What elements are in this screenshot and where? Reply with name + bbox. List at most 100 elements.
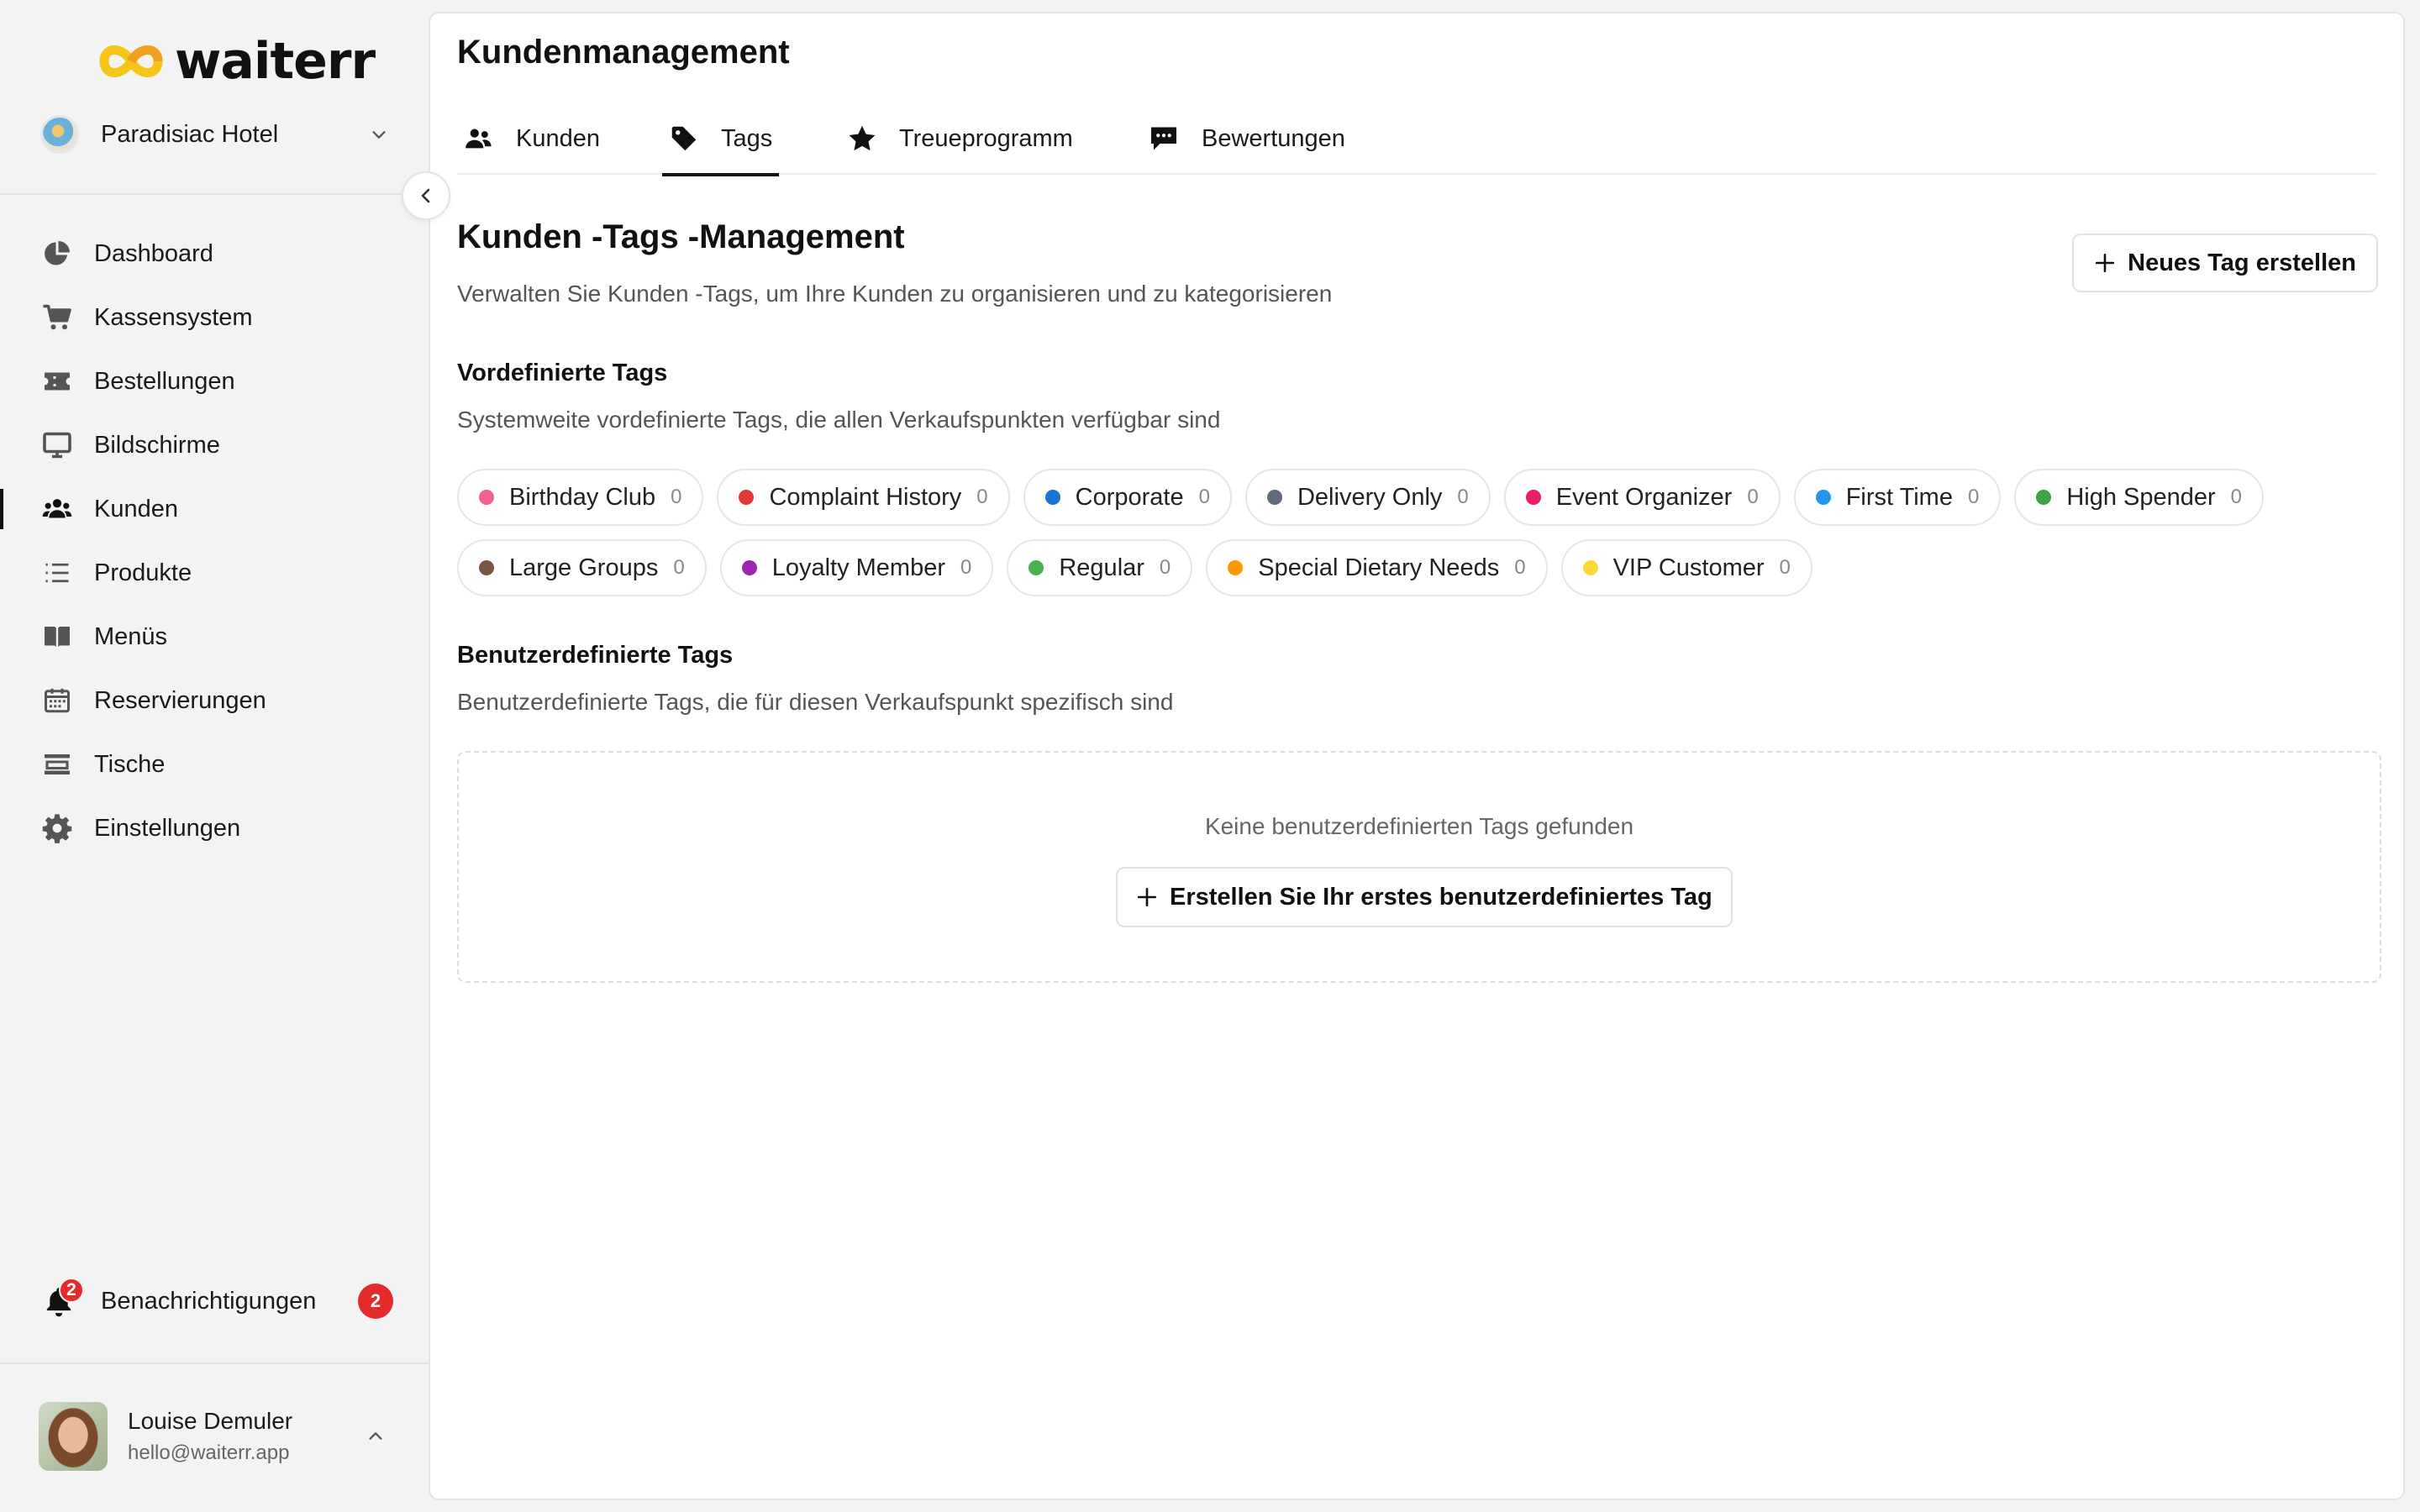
sidebar-item-label: Einstellungen	[94, 814, 241, 842]
tab-label: Tags	[721, 124, 773, 152]
tab-bewertungen[interactable]: Bewertungen	[1148, 102, 1345, 175]
tag-color-dot	[1266, 490, 1282, 505]
tag-count: 0	[960, 556, 972, 579]
tag-name: Birthday Club	[509, 483, 656, 511]
tab-treueprogramm[interactable]: Treueprogramm	[847, 102, 1073, 175]
tag-chip[interactable]: Loyalty Member 0	[719, 539, 994, 596]
tag-color-dot	[1028, 560, 1044, 575]
tag-count: 0	[1198, 486, 1210, 508]
sidebar-item-label: Tische	[94, 750, 166, 778]
tag-name: Event Organizer	[1555, 483, 1733, 511]
custom-tags-empty-state: Keine benutzerdefinierten Tags gefunden …	[457, 751, 2381, 983]
tag-chip[interactable]: Complaint History 0	[717, 469, 1010, 526]
tag-chip[interactable]: Birthday Club 0	[457, 469, 704, 526]
section-subtitle: Verwalten Sie Kunden -Tags, um Ihre Kund…	[457, 281, 1333, 307]
pie-chart-icon	[40, 237, 74, 270]
tag-chip[interactable]: Corporate 0	[1023, 469, 1232, 526]
sidebar-item-menus[interactable]: Menüs	[0, 605, 429, 669]
empty-state-message: Keine benutzerdefinierten Tags gefunden	[1204, 813, 1634, 839]
create-first-tag-button[interactable]: Erstellen Sie Ihr erstes benutzerdefinie…	[1116, 867, 1733, 927]
custom-tags-subtitle: Benutzerdefinierte Tags, die für diesen …	[457, 689, 1174, 715]
sidebar-item-kassensystem[interactable]: Kassensystem	[0, 286, 429, 349]
tag-count: 0	[1779, 556, 1791, 579]
tag-chip[interactable]: VIP Customer 0	[1560, 539, 1812, 596]
notification-dot-badge: 2	[59, 1278, 84, 1303]
create-first-tag-button-label: Erstellen Sie Ihr erstes benutzerdefinie…	[1170, 883, 1712, 911]
plus-icon	[2096, 253, 2115, 273]
sidebar: waiterr Paradisiac Hotel Dashboard Kasse…	[0, 0, 429, 1512]
tag-count: 0	[1514, 556, 1526, 579]
tag-chip[interactable]: Regular 0	[1007, 539, 1193, 596]
predefined-tags-list: Birthday Club 0 Complaint History 0 Corporat…	[457, 469, 2381, 596]
tag-color-dot	[1815, 490, 1831, 505]
sidebar-item-dashboard[interactable]: Dashboard	[0, 222, 429, 286]
tag-name: Special Dietary Needs	[1258, 554, 1500, 581]
tag-color-dot	[2036, 490, 2052, 505]
chevron-up-icon	[369, 1432, 382, 1440]
sidebar-divider	[0, 1362, 429, 1364]
tag-chip[interactable]: Special Dietary Needs 0	[1206, 539, 1548, 596]
tag-color-dot	[1228, 560, 1244, 575]
tag-chip[interactable]: Large Groups 0	[457, 539, 707, 596]
tab-tags[interactable]: Tags	[662, 102, 780, 176]
sidebar-item-label: Bildschirme	[94, 431, 220, 459]
tag-name: Loyalty Member	[771, 554, 945, 581]
sidebar-item-einstellungen[interactable]: Einstellungen	[0, 796, 429, 860]
tag-chip[interactable]: High Spender 0	[2014, 469, 2265, 526]
table-icon	[40, 748, 74, 781]
user-info: Louise Demuler hello@waiterr.app	[128, 1408, 292, 1465]
notifications-label: Benachrichtigungen	[101, 1287, 317, 1315]
sidebar-item-kunden[interactable]: Kunden	[0, 477, 429, 541]
notifications-button[interactable]: 2 Benachrichtigungen 2	[40, 1277, 393, 1326]
tag-count: 0	[673, 556, 685, 579]
tag-count: 0	[1159, 556, 1171, 579]
tag-name: Delivery Only	[1297, 483, 1443, 511]
sidebar-item-produkte[interactable]: Produkte	[0, 541, 429, 605]
gear-icon	[40, 811, 74, 845]
tag-color-dot	[739, 490, 755, 505]
tag-color-dot	[479, 490, 494, 505]
tag-count: 0	[1967, 486, 1980, 508]
new-tag-button-label: Neues Tag erstellen	[2128, 249, 2356, 276]
book-icon	[40, 620, 74, 654]
tab-label: Treueprogramm	[899, 124, 1073, 152]
logo-text: waiterr	[175, 32, 376, 91]
tag-name: High Spender	[2066, 483, 2216, 511]
page-title: Kundenmanagement	[457, 34, 790, 71]
notifications-count-badge: 2	[358, 1284, 393, 1319]
sidebar-item-bestellungen[interactable]: Bestellungen	[0, 349, 429, 413]
hotel-selector[interactable]: Paradisiac Hotel	[40, 113, 393, 156]
tag-chip[interactable]: Delivery Only 0	[1244, 469, 1491, 526]
ticket-icon	[40, 365, 74, 398]
tag-count: 0	[671, 486, 682, 508]
user-name: Louise Demuler	[128, 1408, 293, 1434]
tag-count: 0	[2230, 486, 2243, 508]
hotel-avatar	[40, 115, 79, 154]
tab-kunden[interactable]: Kunden	[462, 102, 600, 175]
user-menu[interactable]: Louise Demuler hello@waiterr.app	[39, 1401, 395, 1472]
sidebar-item-label: Bestellungen	[94, 367, 235, 395]
tag-chip[interactable]: First Time 0	[1793, 469, 2002, 526]
tab-bar: Kunden Tags Treueprogramm Bewertungen	[457, 102, 2376, 176]
custom-tags-title: Benutzerdefinierte Tags	[457, 642, 734, 669]
tag-name: Corporate	[1075, 483, 1184, 511]
collapse-sidebar-button[interactable]	[402, 171, 450, 220]
sidebar-divider	[0, 193, 429, 195]
chevron-down-icon	[372, 131, 386, 139]
avatar	[39, 1402, 108, 1471]
list-icon	[40, 556, 74, 590]
bell-icon: 2	[40, 1278, 84, 1320]
main-panel: Kundenmanagement Kunden Tags Treueprogra…	[429, 12, 2405, 1500]
tag-color-dot	[1044, 490, 1060, 505]
tag-chip[interactable]: Event Organizer 0	[1503, 469, 1781, 526]
sidebar-item-reservierungen[interactable]: Reservierungen	[0, 669, 429, 732]
sidebar-nav: Dashboard Kassensystem Bestellungen Bild…	[0, 222, 429, 860]
tag-color-dot	[1525, 490, 1541, 505]
chat-icon	[1151, 127, 1176, 150]
sidebar-item-tische[interactable]: Tische	[0, 732, 429, 796]
new-tag-button[interactable]: Neues Tag erstellen	[2072, 234, 2378, 292]
tag-name: VIP Customer	[1612, 554, 1765, 581]
plus-icon	[1137, 887, 1157, 907]
app: waiterr Paradisiac Hotel Dashboard Kasse…	[0, 0, 2420, 1512]
sidebar-item-bildschirme[interactable]: Bildschirme	[0, 413, 429, 477]
